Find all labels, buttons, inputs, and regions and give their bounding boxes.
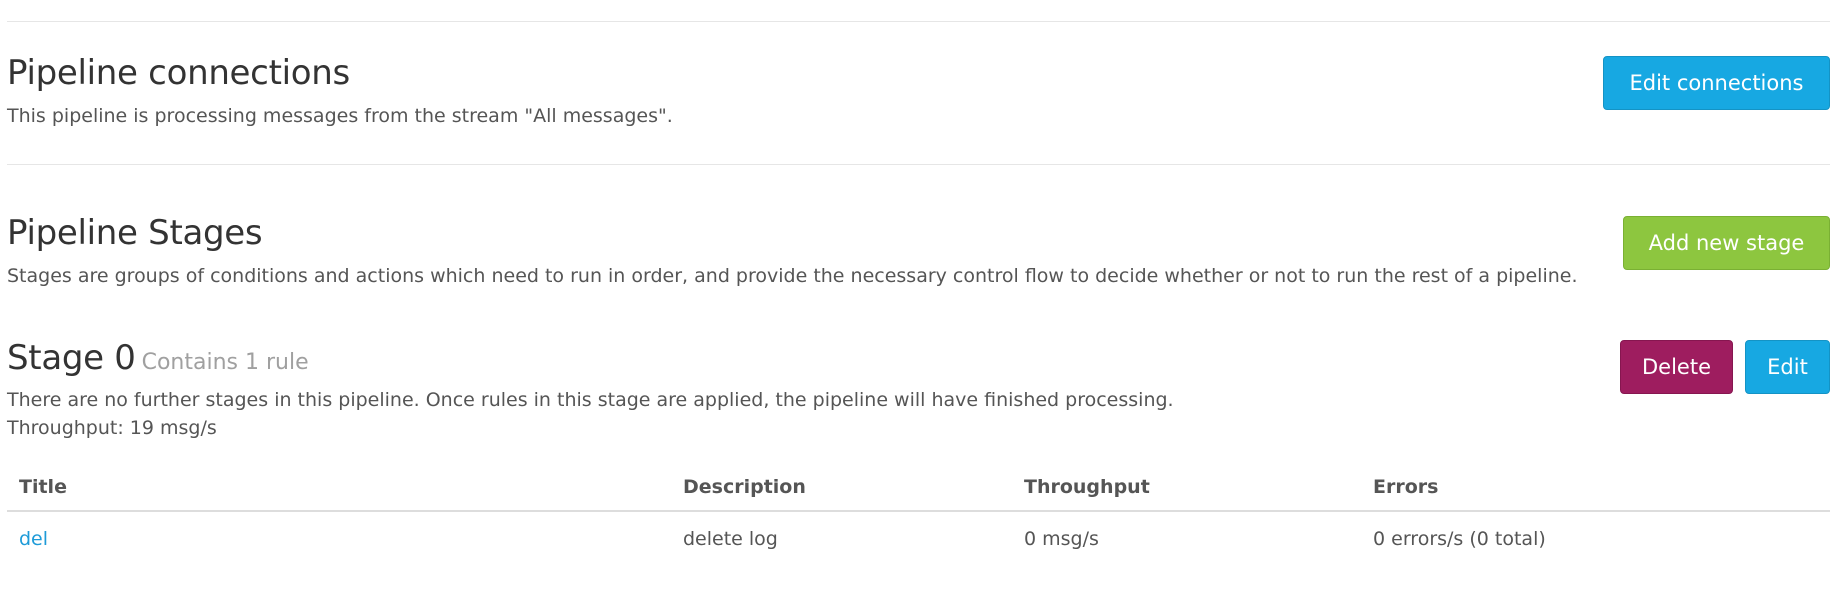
stage-description: There are no further stages in this pipe… <box>7 389 1174 411</box>
stage-rules-table: Title Description Throughput Errors del … <box>7 460 1830 566</box>
edit-connections-button[interactable]: Edit connections <box>1603 56 1830 110</box>
rule-title-link[interactable]: del <box>19 528 48 550</box>
rule-errors-cell: 0 errors/s (0 total) <box>1373 528 1546 550</box>
connections-title: Pipeline connections <box>7 53 350 93</box>
stage-title: Stage 0 Contains 1 rule <box>7 338 309 383</box>
add-new-stage-button[interactable]: Add new stage <box>1623 216 1830 270</box>
delete-stage-button[interactable]: Delete <box>1620 340 1733 394</box>
table-header-row: Title Description Throughput Errors <box>7 460 1830 512</box>
middle-divider <box>7 164 1830 165</box>
stage-throughput: Throughput: 19 msg/s <box>7 417 217 439</box>
edit-stage-button[interactable]: Edit <box>1745 340 1830 394</box>
column-header-errors: Errors <box>1361 460 1830 512</box>
connections-description: This pipeline is processing messages fro… <box>7 105 673 127</box>
pipeline-page: Pipeline connections This pipeline is pr… <box>0 0 1839 599</box>
column-header-description: Description <box>671 460 1012 512</box>
stages-description: Stages are groups of conditions and acti… <box>7 265 1578 287</box>
table-row: del delete log 0 msg/s 0 errors/s (0 tot… <box>7 511 1830 566</box>
column-header-throughput: Throughput <box>1012 460 1361 512</box>
top-divider <box>7 21 1830 22</box>
stage-rule-count: Contains 1 rule <box>141 350 309 375</box>
rule-throughput-cell: 0 msg/s <box>1024 528 1099 550</box>
column-header-title: Title <box>7 460 671 512</box>
rule-description-cell: delete log <box>683 528 778 550</box>
stages-title: Pipeline Stages <box>7 213 263 253</box>
stage-name: Stage 0 <box>7 338 136 378</box>
rule-title-cell: del <box>7 511 671 566</box>
